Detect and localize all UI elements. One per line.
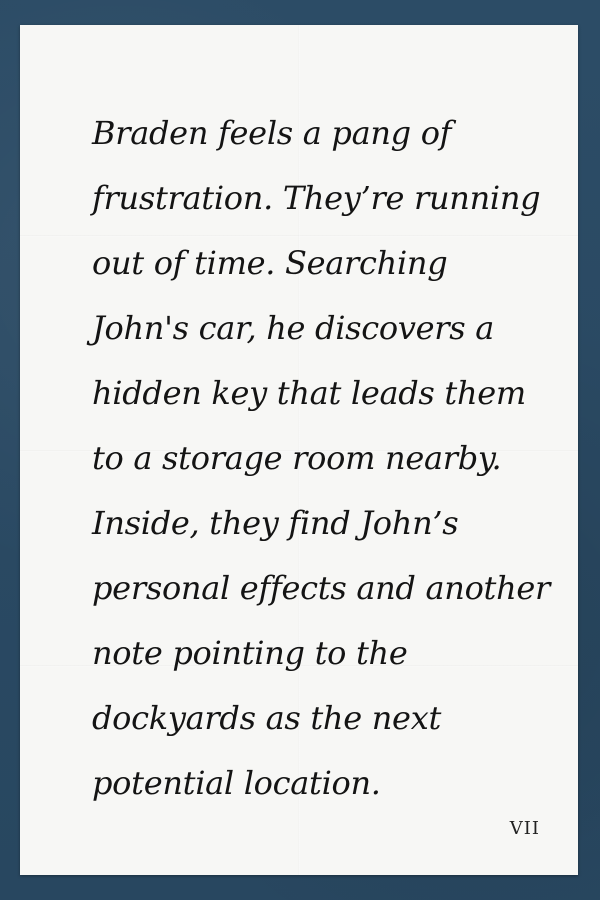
text-line: John's car, he discovers a	[92, 309, 495, 347]
text-line: note pointing to the	[92, 634, 408, 672]
text-line: dockyards as the next	[92, 699, 441, 737]
page-number: VII	[509, 818, 540, 839]
text-line: Braden feels a pang of	[92, 114, 452, 152]
text-line: to a storage room nearby.	[92, 439, 502, 477]
text-line: hidden key that leads them	[92, 374, 526, 412]
story-text: Braden feels a pang of frustration. They…	[92, 101, 551, 816]
text-line: out of time. Searching	[92, 244, 448, 282]
text-line: potential location.	[92, 764, 381, 802]
text-line: Inside, they find John’s	[92, 504, 459, 542]
text-line: frustration. They’re running	[92, 179, 541, 217]
paper-page: Braden feels a pang of frustration. They…	[20, 25, 578, 875]
text-line: personal effects and another	[92, 569, 551, 607]
